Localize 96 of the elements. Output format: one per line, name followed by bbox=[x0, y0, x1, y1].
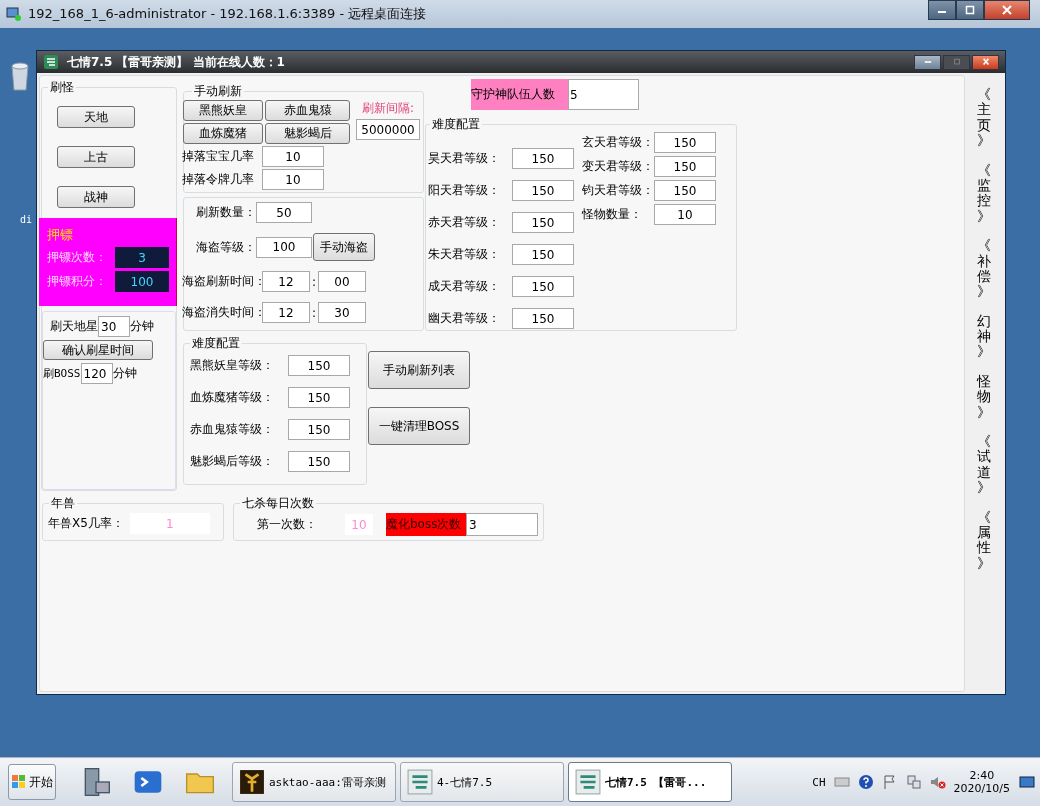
window-title: 192_168_1_6-administrator - 192.168.1.6:3389 - 远程桌面连接 bbox=[28, 5, 428, 23]
separator: : bbox=[310, 305, 317, 320]
input-field[interactable]: 00 bbox=[318, 271, 366, 292]
field-label: 魅影蝎后等级： bbox=[189, 453, 274, 470]
action-button[interactable]: 一键清理BOSS bbox=[368, 407, 470, 445]
panel-title: 押镖 bbox=[47, 226, 74, 244]
desktop-icon-label: di bbox=[20, 214, 33, 225]
side-tab[interactable]: 《监控》 bbox=[977, 162, 991, 225]
side-tab[interactable]: 幻神》 bbox=[977, 313, 991, 360]
input-field[interactable]: 10 bbox=[262, 146, 324, 167]
group-title: 年兽 bbox=[50, 495, 76, 512]
input-field[interactable]: 150 bbox=[654, 132, 716, 153]
window-title: 七情7.5 【雷哥亲测】 当前在线人数：1 bbox=[67, 53, 286, 71]
field-label: 血炼魔猪等级： bbox=[189, 389, 274, 406]
input-field[interactable]: 100 bbox=[115, 271, 169, 292]
field-label: 掉落令牌几率 bbox=[182, 171, 255, 188]
field-label: 海盗刷新时间： bbox=[182, 273, 262, 290]
spawn-button[interactable]: 战神 bbox=[57, 186, 135, 208]
action-button[interactable]: 手动刷新列表 bbox=[368, 351, 470, 389]
field-label: 朱天君等级： bbox=[427, 246, 500, 263]
field-label: 怪物数量： bbox=[582, 206, 643, 223]
group-title: 难度配置 bbox=[191, 335, 241, 352]
input-field[interactable]: 150 bbox=[288, 355, 350, 376]
field-label: 玄天君等级： bbox=[582, 134, 654, 151]
side-tab[interactable]: 怪物》 bbox=[977, 373, 991, 421]
field-label: 守护神队伍人数 bbox=[471, 79, 568, 110]
field-label: 昊天君等级： bbox=[427, 150, 500, 167]
confirm-button[interactable]: 确认刷星时间 bbox=[43, 340, 153, 360]
input-field[interactable]: 50 bbox=[256, 202, 312, 223]
group-title: 七杀每日次数 bbox=[241, 495, 315, 512]
pirate-button[interactable]: 手动海盗 bbox=[313, 233, 375, 261]
field-label: 变天君等级： bbox=[582, 158, 654, 175]
input-field[interactable]: 150 bbox=[512, 308, 574, 329]
input-field[interactable]: 150 bbox=[512, 180, 574, 201]
field-label: 刷BOSS bbox=[43, 366, 81, 381]
field-label: 刷天地星 bbox=[50, 318, 98, 335]
field-label: 刷新间隔: bbox=[361, 100, 414, 117]
separator: : bbox=[310, 274, 317, 289]
input-field[interactable]: 3 bbox=[115, 247, 169, 268]
side-tab[interactable]: 《属性》 bbox=[977, 509, 991, 572]
boss-button[interactable]: 黑熊妖皇 bbox=[183, 100, 263, 121]
field-label: 海盗消失时间： bbox=[182, 304, 262, 321]
start-button[interactable]: 开始 bbox=[8, 764, 56, 800]
taskbar-button[interactable]: 七情7.5 【雷哥... bbox=[568, 762, 732, 802]
field-label: 钧天君等级： bbox=[582, 182, 654, 199]
field-label: 黑熊妖皇等级： bbox=[189, 357, 274, 374]
field-label: 赤天君等级： bbox=[427, 214, 500, 231]
input-field[interactable]: 150 bbox=[512, 212, 574, 233]
input-field[interactable]: 10 bbox=[654, 204, 716, 225]
field-label: 掉落宝宝几率 bbox=[182, 148, 255, 165]
unit-label: 分钟 bbox=[130, 318, 154, 335]
input-field[interactable]: 120 bbox=[80, 363, 113, 384]
field-label: 魔化boss次数 bbox=[386, 513, 466, 536]
boss-button[interactable]: 血炼魔猪 bbox=[183, 123, 263, 144]
field-label: 海盗等级： bbox=[195, 238, 256, 256]
input-field[interactable]: 150 bbox=[654, 180, 716, 201]
boss-button[interactable]: 魅影蝎后 bbox=[265, 123, 350, 144]
input-field[interactable]: 150 bbox=[288, 419, 350, 440]
input-field[interactable]: 150 bbox=[512, 148, 574, 169]
group-title: 刷怪 bbox=[49, 79, 75, 96]
spawn-button[interactable]: 天地 bbox=[57, 106, 135, 128]
field-label: 押镖积分： bbox=[47, 273, 108, 290]
input-field[interactable]: 150 bbox=[512, 244, 574, 265]
input-field[interactable]: 30 bbox=[98, 316, 130, 337]
taskbar-button[interactable]: asktao-aaa:雷哥亲测 bbox=[232, 762, 396, 802]
boss-button[interactable]: 赤血鬼猿 bbox=[265, 100, 350, 121]
side-tab[interactable]: 《主页》 bbox=[977, 87, 991, 149]
input-field[interactable]: 12 bbox=[262, 302, 310, 323]
field-label: 年兽X5几率： bbox=[48, 515, 124, 532]
clock[interactable]: 2:40 2020/10/5 bbox=[953, 769, 1010, 795]
taskbar-button[interactable]: 4-七情7.5 bbox=[400, 762, 564, 802]
spawn-button[interactable]: 上古 bbox=[57, 146, 135, 168]
input-field[interactable]: 150 bbox=[512, 276, 574, 297]
input-field[interactable]: 12 bbox=[262, 271, 310, 292]
input-field[interactable]: 150 bbox=[654, 156, 716, 177]
field-label: 阳天君等级： bbox=[427, 182, 500, 199]
unit-label: 分钟 bbox=[112, 365, 137, 382]
input-field[interactable]: 10 bbox=[262, 169, 324, 190]
side-tab[interactable]: 《试道》 bbox=[977, 434, 991, 496]
field-label: 押镖次数： bbox=[47, 249, 108, 266]
group-title: 难度配置 bbox=[431, 116, 481, 133]
input-field[interactable]: 5 bbox=[568, 79, 639, 110]
input-field[interactable]: 150 bbox=[288, 387, 350, 408]
side-tab[interactable]: 《补偿》 bbox=[977, 238, 991, 300]
field-label: 刷新数量： bbox=[195, 204, 256, 221]
input-field[interactable]: 3 bbox=[466, 513, 538, 536]
input-field[interactable]: 30 bbox=[318, 302, 366, 323]
input-field[interactable]: 150 bbox=[288, 451, 350, 472]
input-field[interactable]: 100 bbox=[256, 236, 312, 258]
input-field[interactable]: 5000000 bbox=[356, 119, 420, 140]
language-indicator[interactable]: CH bbox=[812, 775, 826, 789]
field-label: 幽天君等级： bbox=[427, 310, 500, 327]
field-label: 第一次数： bbox=[257, 516, 318, 533]
field-label: 赤血鬼猿等级： bbox=[189, 421, 274, 438]
field-label: 成天君等级： bbox=[427, 278, 500, 295]
group-title: 手动刷新 bbox=[193, 83, 243, 100]
